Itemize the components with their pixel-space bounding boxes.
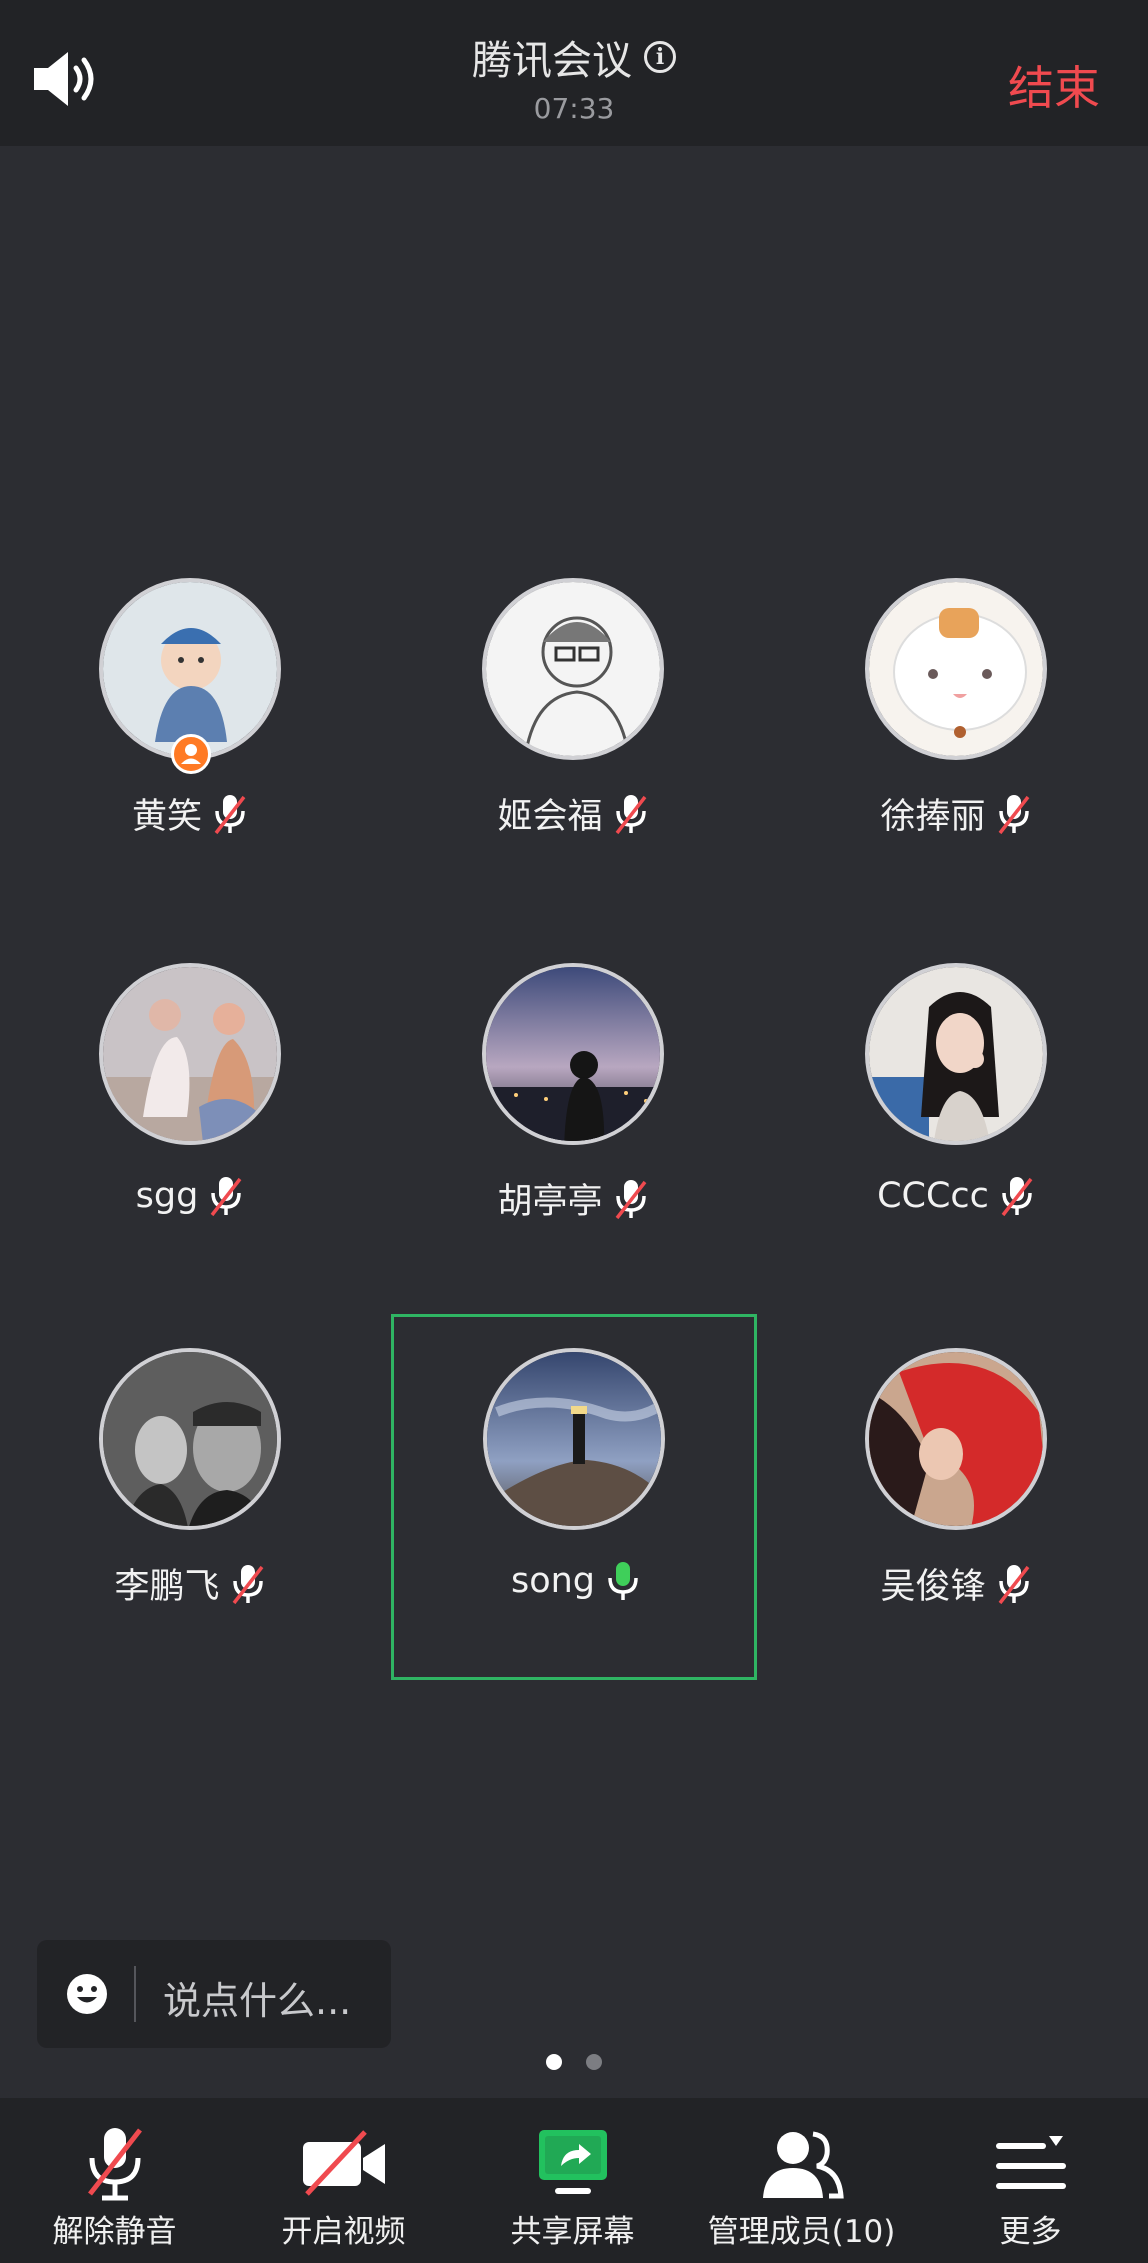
mic-muted-icon bbox=[1001, 1177, 1033, 1217]
info-icon[interactable]: i bbox=[644, 41, 676, 73]
page-indicator bbox=[0, 2054, 1148, 2074]
avatar bbox=[483, 1348, 665, 1530]
meeting-title-area: 腾讯会议 i 07:33 bbox=[0, 28, 1148, 125]
more-button[interactable]: 更多 bbox=[916, 2098, 1145, 2263]
participant-name: sgg bbox=[135, 1176, 199, 1216]
participant-name: 李鹏飞 bbox=[114, 1567, 220, 1607]
manage-members-button[interactable]: 管理成员(10) bbox=[687, 2098, 916, 2263]
avatar bbox=[482, 578, 664, 760]
host-icon bbox=[171, 734, 211, 774]
avatar bbox=[99, 1348, 281, 1530]
mic-muted-icon bbox=[214, 794, 246, 834]
avatar bbox=[99, 578, 281, 760]
top-bar: 腾讯会议 i 07:33 结束 bbox=[0, 0, 1148, 146]
avatar bbox=[865, 578, 1047, 760]
share-screen-icon bbox=[538, 2130, 607, 2194]
participant-tile[interactable]: 胡亭亭 bbox=[383, 963, 765, 1348]
avatar bbox=[482, 963, 664, 1145]
participant-name: CCCcc bbox=[877, 1176, 989, 1216]
participant-tile-selected[interactable]: song bbox=[391, 1314, 757, 1680]
avatar bbox=[99, 963, 281, 1145]
chat-input[interactable]: 说点什么... bbox=[37, 1940, 391, 2048]
participant-name: 吴俊锋 bbox=[880, 1567, 986, 1607]
participant-tile[interactable]: 徐捧丽 bbox=[766, 578, 1148, 963]
page-dot-active[interactable] bbox=[546, 2054, 562, 2070]
participant-tile[interactable]: 姬会福 bbox=[383, 578, 765, 963]
mic-muted-icon bbox=[232, 1564, 263, 1604]
participant-name: 姬会福 bbox=[497, 797, 603, 837]
unmute-label: 解除静音 bbox=[52, 2214, 177, 2250]
more-label: 更多 bbox=[999, 2214, 1062, 2250]
emoji-icon[interactable] bbox=[65, 1972, 109, 2016]
participant-name: 胡亭亭 bbox=[497, 1182, 603, 1222]
avatar bbox=[865, 1348, 1047, 1530]
video-off-icon bbox=[302, 2130, 385, 2196]
page-dot[interactable] bbox=[586, 2054, 602, 2070]
mic-muted-icon bbox=[998, 1564, 1029, 1604]
mic-muted-icon bbox=[998, 794, 1029, 834]
participant-tile[interactable]: sgg bbox=[0, 963, 382, 1348]
more-menu-icon bbox=[995, 2136, 1066, 2189]
participant-tile[interactable]: 黄笑 bbox=[0, 578, 382, 963]
bottom-toolbar: 解除静音 开启视频 共享屏幕 管理成员(10) 更多 bbox=[0, 2098, 1148, 2263]
participant-name: 黄笑 bbox=[131, 797, 202, 837]
unmute-button[interactable]: 解除静音 bbox=[0, 2098, 229, 2263]
mic-muted-icon bbox=[210, 1177, 242, 1217]
mic-muted-icon bbox=[87, 2128, 142, 2201]
start-video-label: 开启视频 bbox=[281, 2214, 406, 2250]
participant-tile[interactable]: 李鹏飞 bbox=[0, 1348, 382, 1733]
participant-name: song bbox=[510, 1561, 596, 1601]
mic-active-icon bbox=[608, 1562, 638, 1600]
end-meeting-button[interactable]: 结束 bbox=[1008, 52, 1100, 118]
participant-name: 徐捧丽 bbox=[880, 797, 986, 837]
manage-members-label: 管理成员(10) bbox=[707, 2214, 896, 2250]
meeting-title: 腾讯会议 bbox=[472, 38, 632, 84]
share-screen-label: 共享屏幕 bbox=[510, 2214, 635, 2250]
avatar bbox=[865, 963, 1047, 1145]
participant-tile[interactable]: CCCcc bbox=[766, 963, 1148, 1348]
meeting-time: 07:33 bbox=[533, 92, 615, 125]
chat-placeholder: 说点什么... bbox=[163, 1979, 352, 2023]
start-video-button[interactable]: 开启视频 bbox=[229, 2098, 458, 2263]
mic-muted-icon bbox=[615, 1179, 646, 1219]
members-icon bbox=[762, 2131, 844, 2199]
participant-tile[interactable]: 吴俊锋 bbox=[766, 1348, 1148, 1733]
share-screen-button[interactable]: 共享屏幕 bbox=[458, 2098, 687, 2263]
mic-muted-icon bbox=[615, 794, 646, 834]
divider bbox=[134, 1966, 136, 2022]
